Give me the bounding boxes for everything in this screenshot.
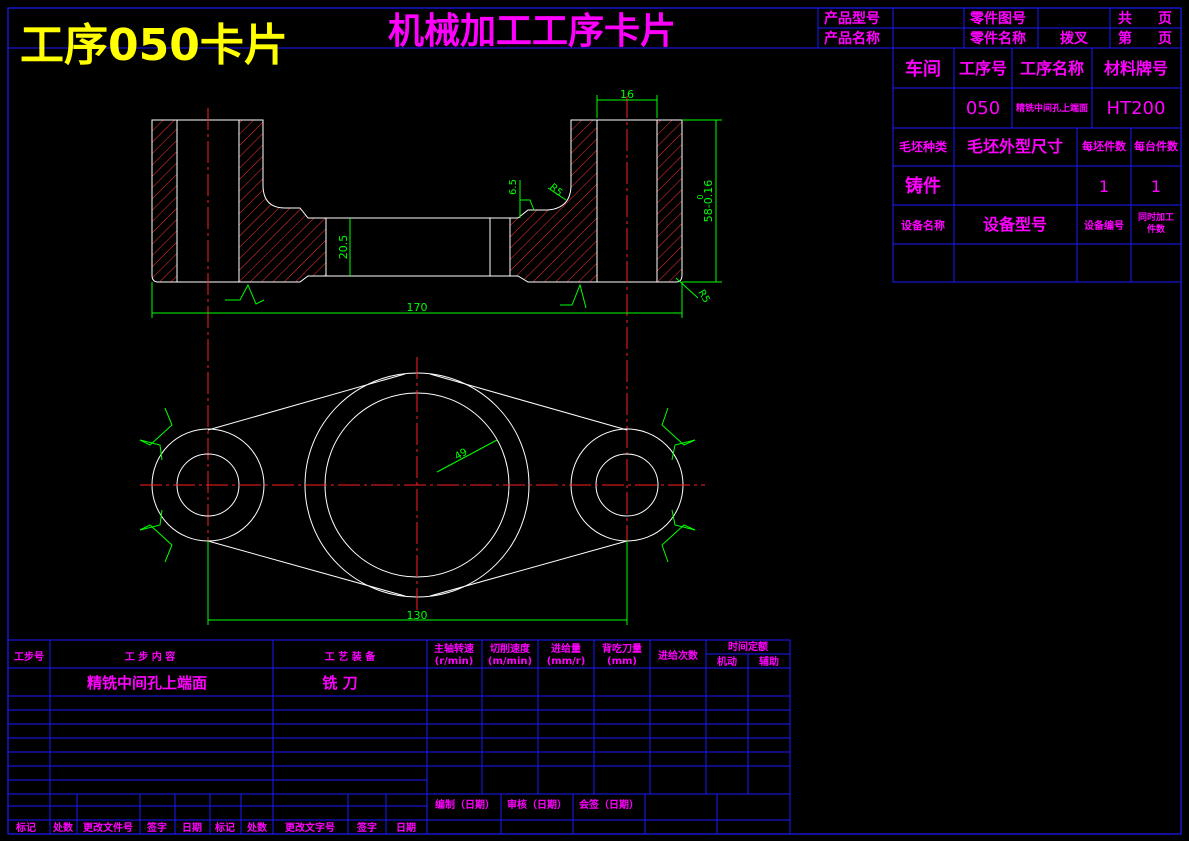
dim-top-width: 16 xyxy=(620,88,634,101)
machine-time-label: 机动 xyxy=(717,655,737,668)
material-value: HT200 xyxy=(1107,98,1166,119)
footer-sign-label-2: 签字 xyxy=(356,821,377,834)
plan-center-lines xyxy=(140,357,705,612)
part-name-label: 零件名称 xyxy=(969,30,1026,47)
roughness-symbol-left xyxy=(225,283,265,305)
equip-no-label: 设备编号 xyxy=(1084,219,1124,232)
dim-height-tol: 58-0.16 xyxy=(702,180,715,222)
step-no-label: 工步号 xyxy=(14,650,44,663)
process-card-drawing: 工序050卡片 机械加工工序卡片 产品型号 产品名称 零件图号 零件名称 拨叉 … xyxy=(7,7,1182,835)
spindle-label-1: 主轴转速 xyxy=(434,642,474,655)
left-outer-wall xyxy=(151,119,178,283)
part-drawing-no-label: 零件图号 xyxy=(969,10,1026,27)
equip-name-label: 设备名称 xyxy=(901,218,945,232)
dim-height-tol-upper: 0 xyxy=(696,194,705,199)
op-no-label: 工序号 xyxy=(959,59,1007,78)
product-name-label: 产品名称 xyxy=(824,30,880,47)
material-label: 材料牌号 xyxy=(1104,59,1168,78)
blank-type-value: 铸件 xyxy=(905,175,941,197)
dim-r5-bottom: R5 xyxy=(695,288,711,305)
right-inner-wall xyxy=(509,119,598,283)
op-name-value: 精铣中间孔上端面 xyxy=(1016,102,1088,114)
roughness-symbol-web xyxy=(520,199,535,211)
equipment-label: 工 艺 装 备 xyxy=(325,650,376,663)
dim-center-distance: 130 xyxy=(407,609,428,622)
workshop-label: 车间 xyxy=(905,58,941,80)
per-blank-value: 1 xyxy=(1099,177,1109,196)
feed-label-1: 进给量 xyxy=(551,642,581,655)
roughness-symbol-right xyxy=(560,283,587,309)
equip-model-label: 设备型号 xyxy=(983,215,1047,234)
web-top-left xyxy=(207,373,406,431)
dim-radius: 49 xyxy=(453,447,470,463)
op-name-label: 工序名称 xyxy=(1020,59,1084,78)
dim-overall-length: 170 xyxy=(407,301,428,314)
equipment-value: 铣 刀 xyxy=(322,674,357,692)
card-title: 机械加工工序卡片 xyxy=(388,11,676,52)
footer-change-doc-label: 更改文件号 xyxy=(83,821,133,834)
dim-thickness: 20.5 xyxy=(337,235,350,260)
web-bottom-left xyxy=(207,540,406,597)
blank-type-label: 毛坯种类 xyxy=(899,139,948,154)
approve-label: 会签（日期） xyxy=(579,798,639,811)
big-title: 工序050卡片 xyxy=(20,20,288,71)
footer-mark-label-2: 标记 xyxy=(214,821,235,834)
simul-label-1: 同时加工 xyxy=(1138,211,1174,223)
footer-count-label: 处数 xyxy=(52,821,74,834)
footer-date-label-2: 日期 xyxy=(396,821,416,834)
dim-r5-top: R5 xyxy=(547,182,564,199)
depth-label-2: (mm) xyxy=(607,656,637,667)
per-unit-label: 每台件数 xyxy=(1134,139,1179,153)
cut-speed-label-1: 切削速度 xyxy=(490,642,531,655)
process-table-grid xyxy=(7,639,791,835)
product-model-label: 产品型号 xyxy=(824,10,880,27)
time-label: 时间定额 xyxy=(728,640,768,653)
web-bottom-right xyxy=(429,540,628,597)
per-blank-label: 每坯件数 xyxy=(1082,139,1127,153)
spindle-label-2: (r/min) xyxy=(435,656,474,667)
footer-sign-label: 签字 xyxy=(146,821,167,834)
left-inner-wall xyxy=(238,119,327,283)
info-table-grid xyxy=(892,47,1182,283)
aux-time-label: 辅助 xyxy=(759,655,779,668)
footer-mark-label: 标记 xyxy=(15,821,36,834)
step-content-label: 工 步 内 容 xyxy=(125,650,175,663)
passes-label: 进给次数 xyxy=(658,649,699,662)
blank-size-label: 毛坯外型尺寸 xyxy=(967,137,1063,156)
sheet-page-label: 页 xyxy=(1158,31,1172,47)
compile-label: 编制（日期） xyxy=(435,798,495,811)
simul-label-2: 件数 xyxy=(1147,223,1166,235)
footer-date-label: 日期 xyxy=(182,821,202,834)
cut-speed-label-2: (m/min) xyxy=(488,656,532,667)
section-dimensions xyxy=(151,95,722,318)
op-no-value: 050 xyxy=(966,98,1000,119)
web-top-right xyxy=(429,373,628,431)
step-content-value: 精铣中间孔上端面 xyxy=(87,674,207,692)
total-label: 共 xyxy=(1118,10,1132,27)
footer-count-label-2: 处数 xyxy=(246,821,268,834)
review-label: 审核（日期） xyxy=(507,798,567,811)
total-page-label: 页 xyxy=(1158,11,1172,27)
part-name-value: 拨叉 xyxy=(1060,30,1089,47)
feed-label-2: (mm/r) xyxy=(547,656,586,667)
sheet-label: 第 xyxy=(1118,30,1132,47)
right-outer-wall xyxy=(656,119,683,283)
per-unit-value: 1 xyxy=(1151,177,1161,196)
dim-depth: 6.5 xyxy=(508,179,519,195)
footer-change-doc-label-2: 更改文字号 xyxy=(285,821,335,834)
depth-label-1: 背吃刀量 xyxy=(602,642,642,655)
